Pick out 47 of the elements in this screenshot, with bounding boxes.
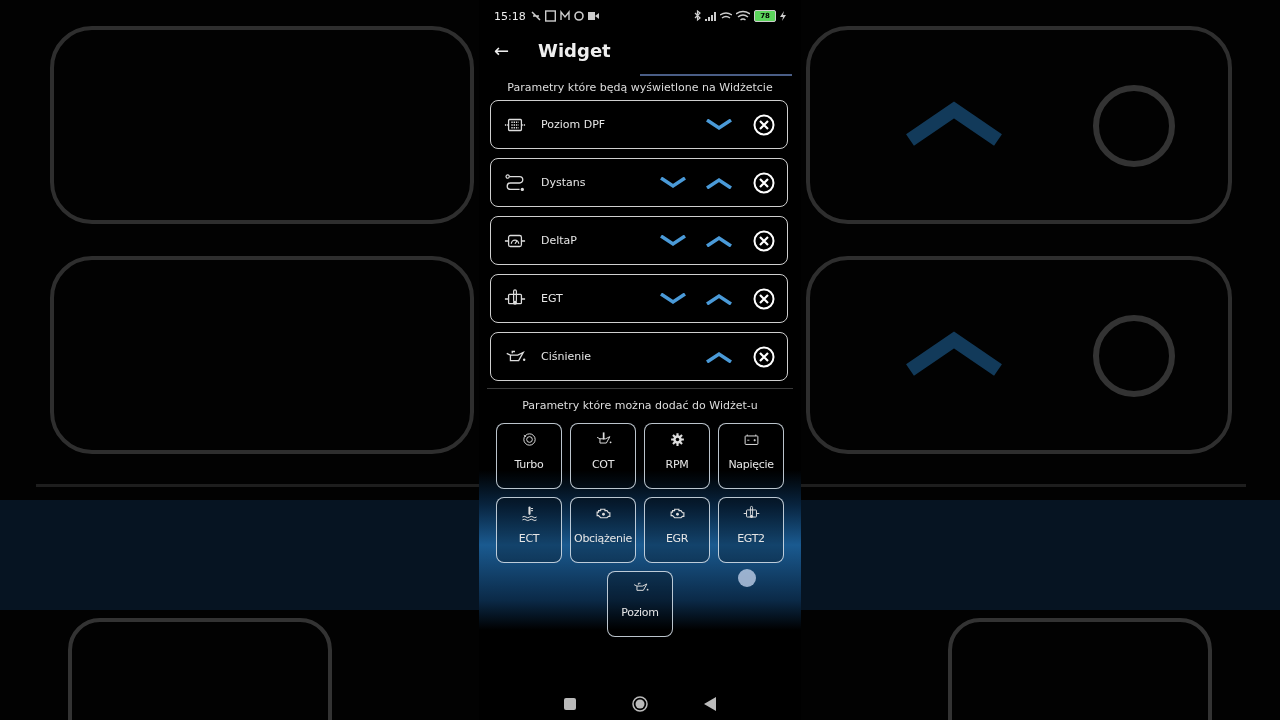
home-icon[interactable] [632,696,648,712]
mail-icon [559,10,570,22]
close-icon[interactable] [753,171,775,194]
recents-icon[interactable] [564,698,576,710]
thermometer-icon [520,505,538,522]
section-title: Parametry które można dodać do Widżet-u [521,398,759,414]
parameter-tile[interactable]: Poziom [607,571,673,637]
parameter-tile[interactable]: RPM [644,423,710,489]
route-icon [504,171,526,194]
bluetooth-icon [694,10,701,22]
chevron-down-icon[interactable] [706,118,732,131]
section-title: Parametry które będą wyświetlone na Widżetcie [506,80,774,96]
parameter-tile[interactable]: Napięcie [718,423,784,489]
hotspot-icon [720,10,732,22]
chevron-up-icon[interactable] [706,292,732,305]
chevron-down-icon[interactable] [660,176,686,189]
app-icon [544,10,556,22]
status-time: 15:18 [494,9,526,23]
chevron-up-icon[interactable] [706,234,732,247]
touch-indicator [738,569,756,587]
parameter-tile[interactable]: Turbo [496,423,562,489]
charging-icon [780,11,786,21]
screen-title: Widget [538,39,611,61]
parameter-label: EGT [541,292,564,305]
parameter-tile[interactable]: ECT [496,497,562,563]
chevron-down-icon[interactable] [660,234,686,247]
video-camera-icon [587,10,599,22]
parameter-label: Ciśnienie [541,350,593,363]
parameter-label: Dystans [541,176,587,189]
parameter-tile[interactable]: EGT2 [718,497,784,563]
back-icon[interactable] [704,697,716,711]
parameter-label: DeltaP [541,234,578,247]
turbo-icon [520,431,538,448]
parameter-tile[interactable]: Obciążenie [570,497,636,563]
close-icon[interactable] [753,287,775,310]
chevron-down-icon[interactable] [660,292,686,305]
close-icon[interactable] [753,113,775,136]
back-button[interactable]: ← [491,39,513,61]
parameter-tile[interactable]: COT [570,423,636,489]
wifi-icon [736,10,750,22]
close-icon[interactable] [753,229,775,252]
close-icon[interactable] [753,345,775,368]
parameter-label: Poziom DPF [541,118,607,131]
chevron-up-icon[interactable] [706,176,732,189]
parameter-tile[interactable]: EGR [644,497,710,563]
chevron-up-icon[interactable] [706,350,732,363]
signal-icon [705,10,716,22]
